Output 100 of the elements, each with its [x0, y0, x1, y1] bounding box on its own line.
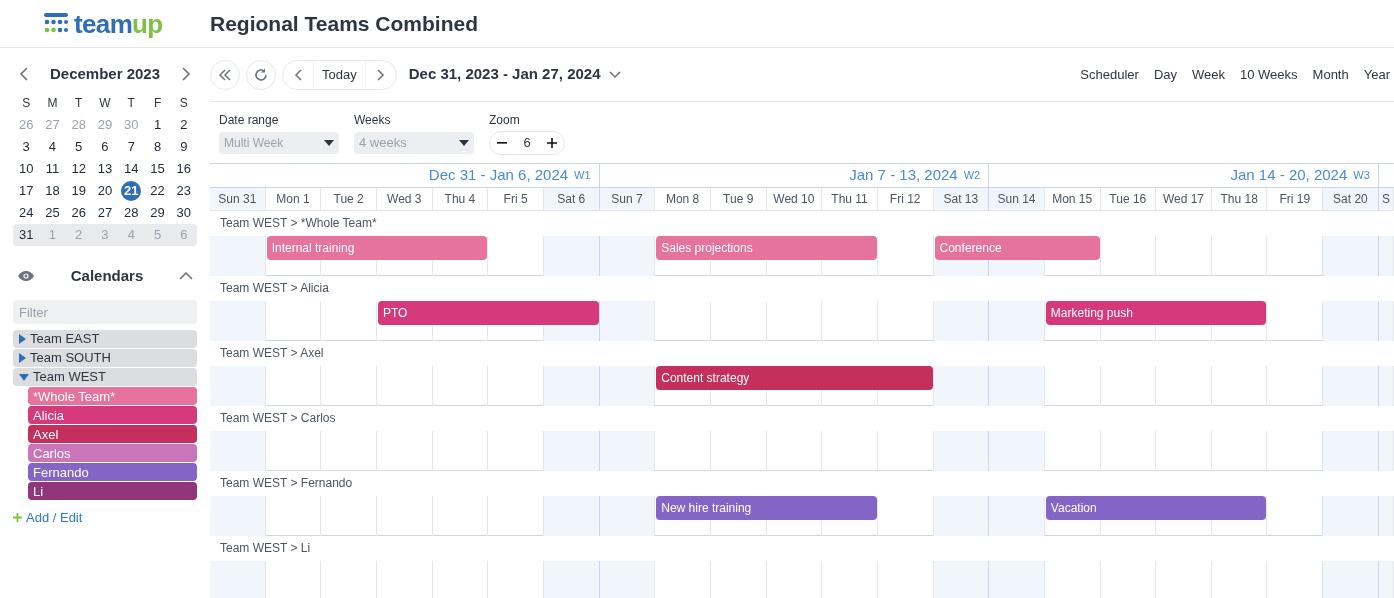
weekday-label: M [46, 95, 59, 112]
add-edit-link[interactable]: Add / Edit [13, 508, 83, 528]
calendar-group[interactable]: Team WEST [13, 368, 197, 386]
date-cell[interactable]: 30 [173, 203, 194, 223]
eye-icon[interactable] [17, 270, 35, 282]
date-cell[interactable]: 14 [121, 159, 142, 179]
view-tab[interactable]: Scheduler [1080, 64, 1139, 85]
week-number: W3 [1353, 168, 1370, 184]
date-cell[interactable]: 28 [121, 203, 142, 223]
view-tab[interactable]: Month [1312, 64, 1349, 85]
chevron-left-icon [19, 67, 29, 81]
dropdown-triangle-icon [459, 140, 469, 146]
date-cell[interactable]: 26 [68, 203, 89, 223]
date-cell[interactable]: 29 [147, 203, 168, 223]
chevron-down-icon [608, 70, 621, 79]
date-cell[interactable]: 21 [121, 181, 142, 201]
view-tab[interactable]: Day [1153, 64, 1177, 85]
week-number: W2 [963, 168, 981, 184]
week-number: W1 [574, 168, 591, 184]
collapse-caret-icon[interactable] [179, 272, 193, 280]
day-header: Fri 5 [488, 188, 544, 210]
day-header: Mon 15 [1044, 188, 1101, 210]
view-tab[interactable]: 10 Weeks [1240, 64, 1298, 85]
date-cell[interactable]: 8 [147, 137, 168, 157]
zoom-value: 6 [522, 134, 532, 153]
date-cell[interactable]: 17 [16, 181, 37, 201]
minus-icon [497, 142, 507, 144]
weekday-label: F [152, 95, 163, 112]
weekday-label: S [21, 95, 32, 112]
zoom-label: Zoom [489, 112, 521, 129]
day-header: Wed 17 [1156, 188, 1212, 210]
week-range-label: Jan 14 - 20, 2024 [1230, 165, 1348, 186]
date-cell[interactable]: 7 [121, 137, 142, 157]
date-cell[interactable]: 2 [173, 115, 194, 135]
day-header: Wed 3 [376, 188, 433, 210]
day-header: Sat 6 [543, 188, 600, 210]
filter-field[interactable]: Filter [13, 300, 197, 324]
logo-text: up [132, 10, 163, 37]
chevron-right-icon [181, 67, 191, 81]
date-cell[interactable]: 16 [173, 159, 194, 179]
calendar-item[interactable]: Axel [28, 425, 197, 443]
weekday-label: W [98, 95, 112, 112]
date-cell[interactable]: 12 [68, 159, 89, 179]
date-cell[interactable]: 20 [95, 181, 115, 201]
date-cell[interactable]: 9 [173, 137, 194, 157]
chevron-left-icon [294, 68, 302, 81]
logo-text: team [74, 10, 133, 37]
calendar-item[interactable]: Li [28, 482, 197, 500]
view-tab[interactable]: Week [1192, 64, 1225, 85]
weekday-label: T [74, 95, 84, 112]
plus-icon [13, 513, 22, 523]
day-header: Tue 16 [1100, 188, 1157, 210]
calendar-group[interactable]: Team EAST [13, 330, 197, 348]
previous-month-button[interactable] [19, 67, 29, 81]
expanded-triangle-icon [19, 373, 29, 381]
chevron-right-icon [376, 68, 385, 81]
view-tab[interactable]: Year [1363, 64, 1390, 85]
calendar-group[interactable]: Team SOUTH [13, 349, 197, 367]
day-header: Sat 20 [1323, 188, 1379, 210]
logo-icon [44, 12, 68, 35]
event-bar[interactable]: Vacation [1045, 496, 1267, 520]
date-range-dropdown[interactable]: Dec 31, 2023 - Jan 27, 2024 [408, 63, 621, 86]
date-cell[interactable]: 4 [42, 137, 63, 157]
date-cell[interactable]: 11 [42, 159, 63, 179]
date-cell[interactable]: 1 [147, 115, 168, 135]
day-header: Mon 8 [655, 188, 711, 210]
page-title: Regional Teams Combined [210, 10, 478, 37]
month-title: December 2023 [49, 63, 161, 84]
date-cell[interactable]: 23 [173, 181, 194, 201]
date-cell[interactable]: 5 [68, 137, 89, 157]
day-header: Sat 13 [933, 188, 990, 210]
date-cell[interactable]: 24 [16, 203, 37, 223]
date-cell[interactable]: 10 [16, 159, 37, 179]
day-header: Wed 10 [766, 188, 823, 210]
date-cell[interactable]: 25 [42, 203, 63, 223]
date-cell[interactable]: 27 [95, 203, 115, 223]
calendars-heading: Calendars [70, 265, 144, 286]
day-header: Sun 31 [210, 188, 266, 210]
date-cell[interactable]: 22 [147, 181, 168, 201]
date-cell[interactable]: 31 [16, 225, 37, 245]
weekday-label: T [126, 95, 136, 112]
date-cell[interactable]: 6 [95, 137, 115, 157]
row-label: Team WEST > Li [220, 540, 311, 557]
row-label: Team WEST > *Whole Team* [220, 215, 377, 232]
date-cell[interactable]: 19 [68, 181, 89, 201]
calendar-item[interactable]: Alicia [28, 406, 197, 424]
date-range-label: Date range [219, 112, 280, 129]
date-cell[interactable]: 3 [16, 137, 37, 157]
day-header: Thu 11 [822, 188, 878, 210]
date-cell[interactable]: 15 [147, 159, 168, 179]
date-cell[interactable]: 13 [95, 159, 115, 179]
week-range-label: Jan 7 - 13, 2024 [849, 165, 958, 186]
next-month-button[interactable] [181, 67, 191, 81]
event-bar[interactable]: Marketing push [1045, 301, 1267, 325]
event-bar[interactable]: New hire training [656, 496, 877, 520]
event-bar[interactable]: PTO [377, 301, 599, 325]
date-cell[interactable]: 18 [42, 181, 63, 201]
calendar-item[interactable]: Fernando [28, 463, 197, 481]
day-header: Mon 1 [265, 188, 322, 210]
event-bar[interactable]: Content strategy [656, 366, 933, 390]
